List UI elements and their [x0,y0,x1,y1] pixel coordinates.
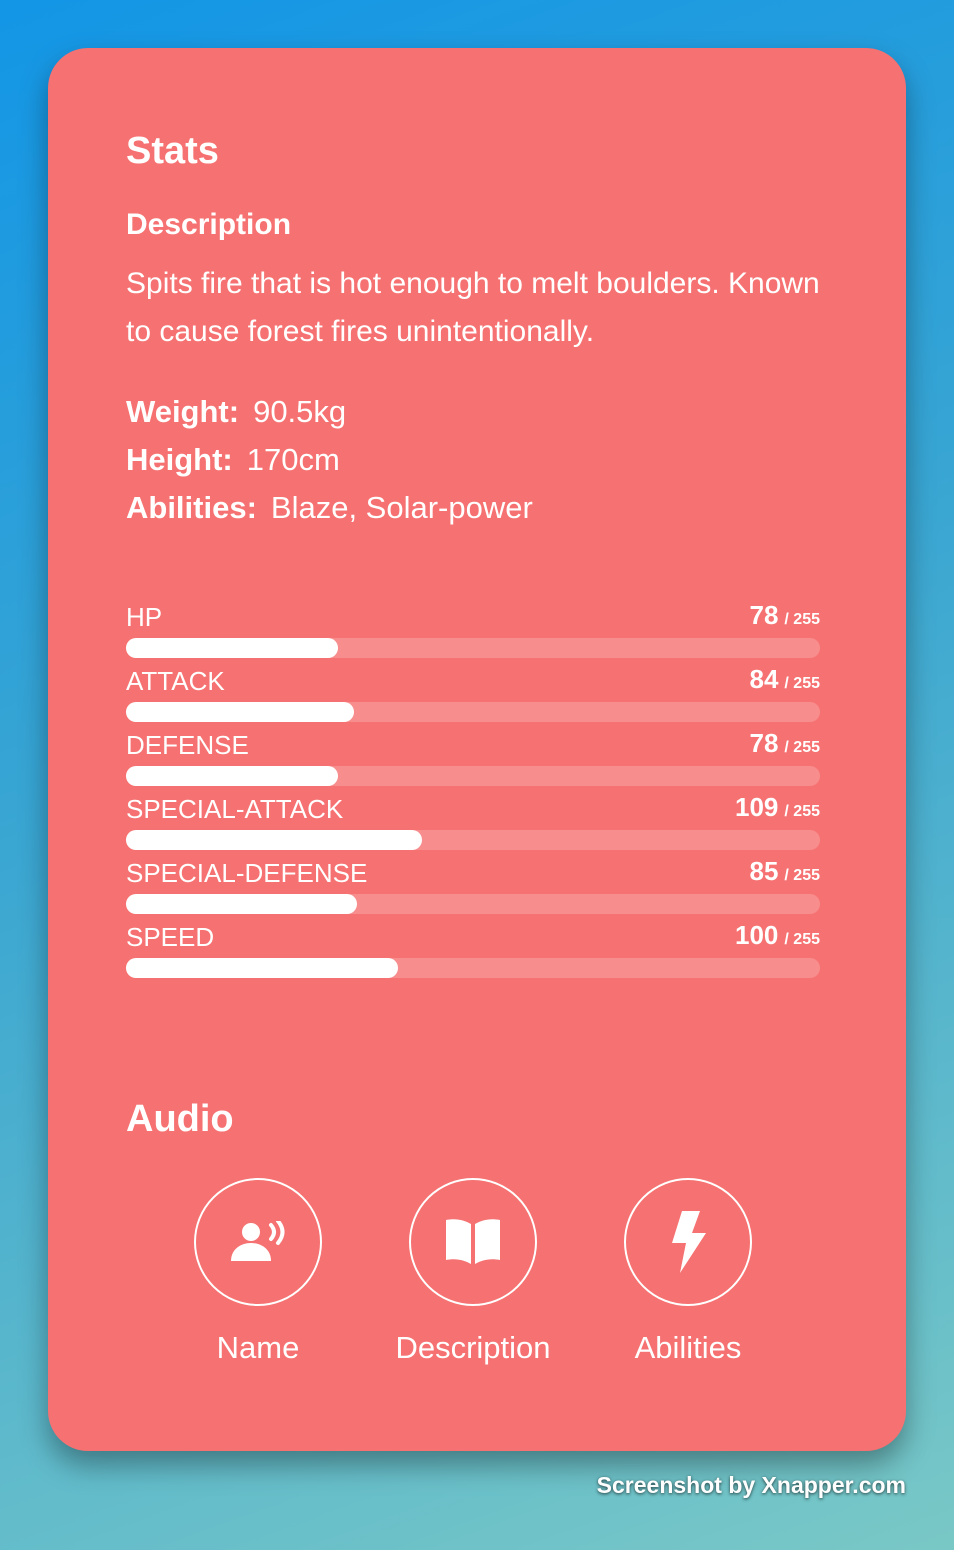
stat-value: 84/ 255 [749,664,820,694]
play-name-audio-button[interactable] [194,1178,322,1306]
stat-bar-fill [126,638,339,658]
stat-name: DEFENSE [126,730,249,760]
weight-value: 90.5kg [253,394,347,429]
stat-max: / 255 [784,611,820,628]
stat-row-hp: HP 78/ 255 [126,598,820,662]
stat-bar-track [126,638,820,658]
audio-abilities-label: Abilities [634,1330,742,1365]
audio-name-item: Name [148,1178,368,1366]
description-text: Spits fire that is hot enough to melt bo… [126,267,820,348]
stat-bar-track [126,702,820,722]
stat-name: SPEED [126,922,215,952]
book-open-icon [446,1219,500,1264]
stat-bar-track [126,830,820,850]
stat-max: / 255 [784,675,820,692]
abilities-value: Blaze, Solar-power [270,490,533,525]
stat-value: 100/ 255 [735,920,820,950]
height-label: Height: [126,442,233,477]
lightning-bolt-icon [672,1211,706,1273]
play-description-audio-button[interactable] [409,1178,537,1306]
stat-bar-track [126,958,820,978]
stat-value: 109/ 255 [735,792,820,822]
stat-bar-fill [126,894,358,914]
stats-title: Stats [126,130,219,172]
stat-bar-track [126,894,820,914]
weight-row: Weight: 90.5kg [126,388,533,436]
audio-name-label: Name [216,1330,300,1365]
stat-name: HP [126,602,163,632]
stat-value: 78/ 255 [749,728,820,758]
audio-description-item: Description [363,1178,583,1366]
stat-bar-fill [126,830,423,850]
stat-bar-fill [126,766,339,786]
stat-max: / 255 [784,803,820,820]
stat-row-speed: SPEED 100/ 255 [126,918,820,982]
abilities-label: Abilities: [126,490,257,525]
weight-label: Weight: [126,394,240,429]
stat-row-special-attack: SPECIAL-ATTACK 109/ 255 [126,790,820,854]
watermark-text: Screenshot by Xnapper.com [596,1472,906,1498]
speaking-person-icon [231,1221,285,1261]
stat-bar-track [126,766,820,786]
stat-name: SPECIAL-DEFENSE [126,858,368,888]
stat-row-defense: DEFENSE 78/ 255 [126,726,820,790]
facts-list: Weight: 90.5kg Height: 170cm Abilities: Bla… [126,388,533,532]
stat-max: / 255 [784,867,820,884]
stat-value: 78/ 255 [749,600,820,630]
stat-bar-fill [126,958,399,978]
stat-name: ATTACK [126,666,225,696]
stat-bars: HP 78/ 255 ATTACK 84/ 255 DEFENSE 78/ 25… [126,598,820,982]
height-value: 170cm [246,442,340,477]
play-abilities-audio-button[interactable] [624,1178,752,1306]
description-heading: Description [126,208,292,241]
stat-bar-fill [126,702,355,722]
height-row: Height: 170cm [126,436,533,484]
abilities-row: Abilities: Blaze, Solar-power [126,484,533,532]
stat-name: SPECIAL-ATTACK [126,794,344,824]
audio-description-label: Description [395,1330,551,1365]
stat-value: 85/ 255 [749,856,820,886]
pokemon-card: Stats Description Spits fire that is hot… [48,48,906,1451]
stat-max: / 255 [784,739,820,756]
stat-row-attack: ATTACK 84/ 255 [126,662,820,726]
stat-max: / 255 [784,931,820,948]
stat-row-special-defense: SPECIAL-DEFENSE 85/ 255 [126,854,820,918]
audio-title: Audio [126,1098,234,1140]
audio-abilities-item: Abilities [578,1178,798,1366]
